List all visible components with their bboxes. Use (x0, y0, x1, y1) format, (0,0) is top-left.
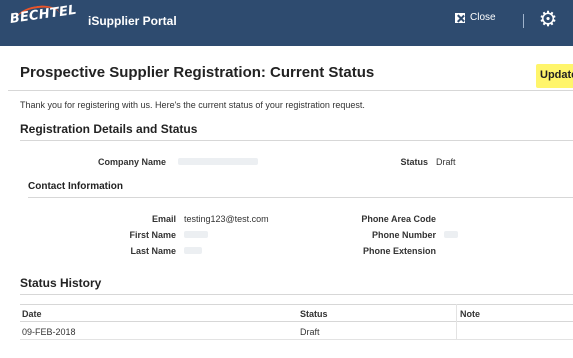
intro-text: Thank you for registering with us. Here'… (20, 100, 365, 110)
contact-information-divider (28, 197, 573, 198)
email-label: Email (151, 214, 176, 224)
column-header-date: Date (22, 309, 42, 319)
phone-number-value (444, 231, 458, 238)
gear-icon[interactable]: ⚙ (537, 9, 559, 31)
registration-details-heading: Registration Details and Status (20, 122, 198, 136)
row-status: Draft (300, 327, 320, 337)
registration-details-divider (20, 140, 573, 141)
close-label: Close (470, 12, 496, 23)
close-box-icon (455, 12, 465, 23)
header-divider (523, 14, 524, 28)
email-value: testing123@test.com (184, 214, 269, 224)
close-button[interactable]: Close (455, 12, 496, 23)
status-history-divider (20, 294, 573, 295)
table-row: 09-FEB-2018 Draft (20, 322, 573, 340)
column-separator (456, 304, 457, 340)
top-bar: BECHTEL iSupplier Portal Close ⚙ (0, 0, 573, 46)
first-name-label: First Name (129, 230, 176, 240)
page-title: Prospective Supplier Registration: Curre… (20, 64, 375, 81)
first-name-value (184, 231, 208, 238)
column-header-note: Note (460, 309, 480, 319)
row-date: 09-FEB-2018 (22, 327, 76, 337)
title-divider (8, 90, 573, 91)
status-value: Draft (436, 157, 456, 167)
phone-extension-label: Phone Extension (362, 246, 436, 256)
contact-information-heading: Contact Information (28, 181, 123, 192)
phone-number-label: Phone Number (371, 230, 436, 240)
status-history-table-header: Date Status Note (20, 304, 573, 322)
last-name-label: Last Name (130, 246, 176, 256)
last-name-value (184, 247, 202, 254)
phone-area-code-label: Phone Area Code (361, 214, 436, 224)
status-label: Status (400, 157, 428, 167)
update-button[interactable]: Update (536, 64, 573, 88)
column-header-status: Status (300, 309, 328, 319)
portal-title: iSupplier Portal (88, 14, 177, 28)
bechtel-logo: BECHTEL (9, 3, 78, 40)
status-history-heading: Status History (20, 276, 102, 290)
company-name-value (178, 158, 258, 165)
company-name-label: Company Name (97, 157, 166, 167)
